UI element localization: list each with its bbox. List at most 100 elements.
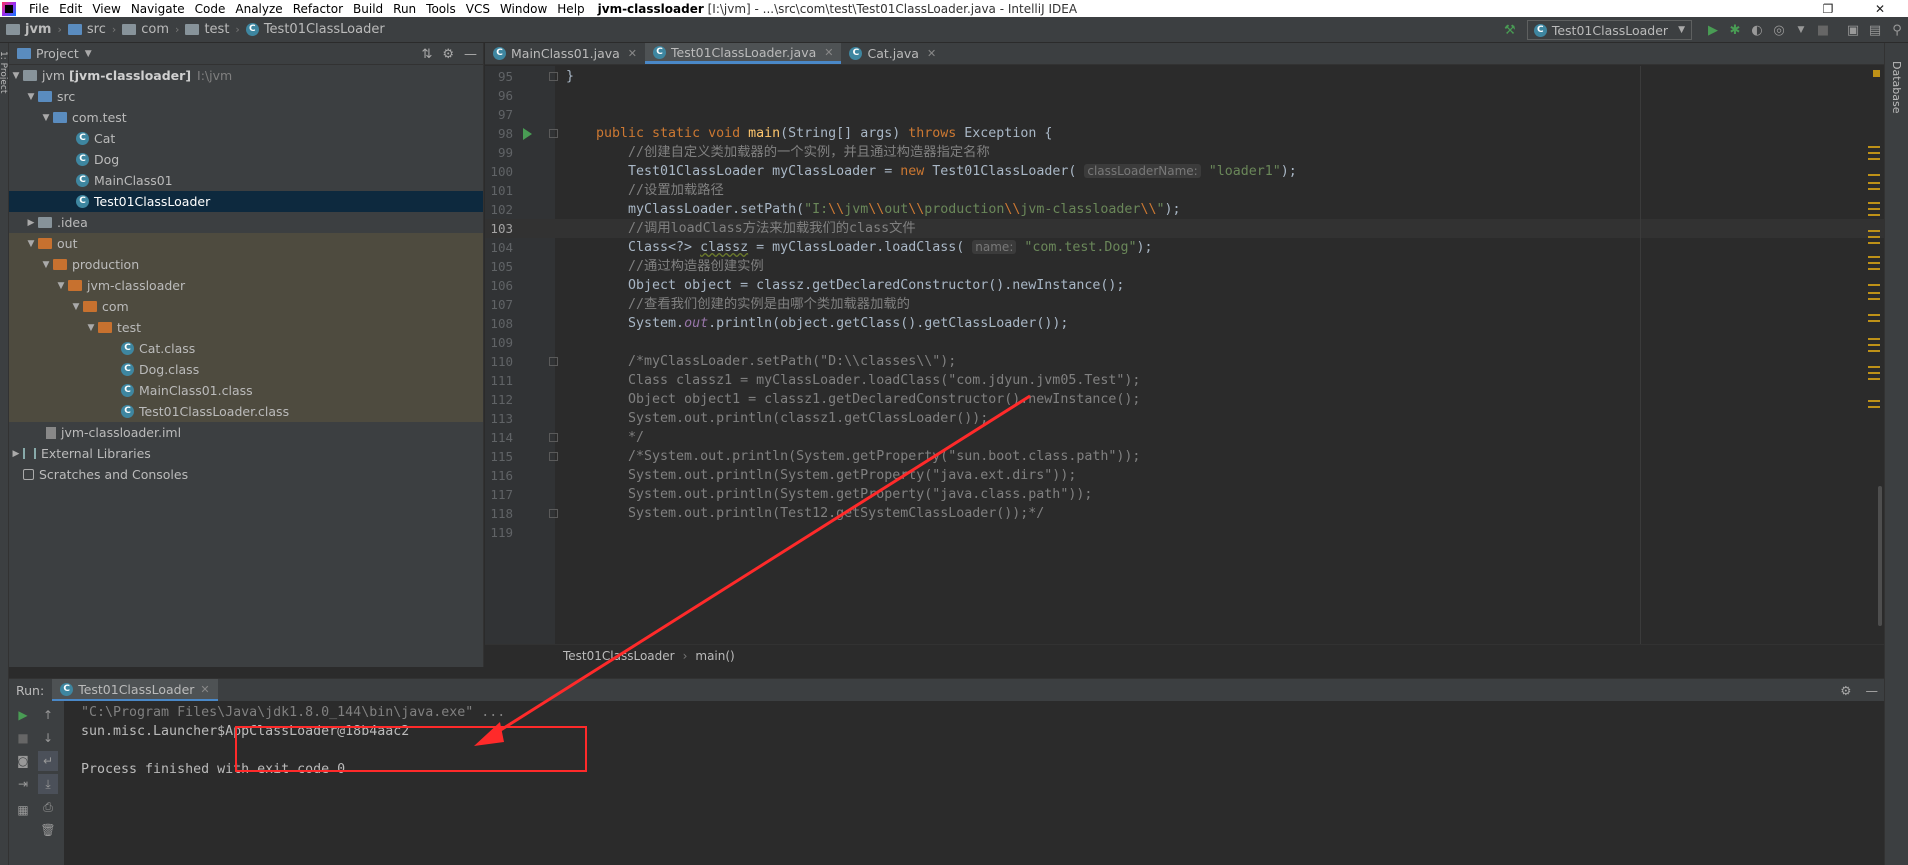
layout-icon[interactable]: ▦ [13, 800, 33, 820]
tree-item[interactable]: ▼ test [9, 317, 483, 338]
breadcrumb-method[interactable]: main() [695, 649, 734, 663]
breadcrumb-item[interactable]: C Test01ClassLoader [240, 22, 385, 37]
breadcrumb-item[interactable]: com › [116, 22, 179, 37]
breadcrumb-item[interactable]: jvm › [0, 22, 62, 37]
collapse-all-icon[interactable]: ⇅ [421, 47, 432, 62]
chevron-right-icon[interactable]: ▶ [24, 218, 38, 228]
menu-item-tools[interactable]: Tools [421, 2, 461, 16]
chevron-down-icon[interactable]: ▼ [39, 260, 53, 270]
chevron-down-icon[interactable]: ▼ [54, 281, 68, 291]
tree-item[interactable]: ▼ jvm-classloader [9, 275, 483, 296]
rerun-icon[interactable]: ▶ [13, 705, 33, 725]
breadcrumb-class[interactable]: Test01ClassLoader [563, 649, 675, 663]
scroll-to-end-icon[interactable]: ⤓ [38, 774, 58, 794]
menu-item-edit[interactable]: Edit [54, 2, 87, 16]
warning-indicator-icon[interactable] [1873, 70, 1880, 77]
menu-item-window[interactable]: Window [495, 2, 552, 16]
menu-item-file[interactable]: File [24, 2, 54, 16]
tree-item[interactable]: ▼ com [9, 296, 483, 317]
fold-marker-icon[interactable] [549, 129, 558, 138]
tree-item[interactable]: C Dog.class [9, 359, 483, 380]
chevron-right-icon[interactable]: ▶ [9, 449, 23, 459]
menu-item-navigate[interactable]: Navigate [126, 2, 190, 16]
exit-icon[interactable]: ⇥ [13, 774, 33, 794]
chevron-down-icon[interactable]: ▼ [84, 323, 98, 333]
tree-item[interactable]: ▼ production [9, 254, 483, 275]
editor-tab[interactable]: C MainClass01.java ✕ [485, 43, 645, 64]
tree-item[interactable]: ▶ External Libraries [9, 443, 483, 464]
tree-item[interactable]: C Test01ClassLoader [9, 191, 483, 212]
run-gutter-icon[interactable] [523, 128, 532, 140]
menu-item-view[interactable]: View [87, 2, 125, 16]
console-output[interactable]: "C:\Program Files\Java\jdk1.8.0_144\bin\… [65, 701, 1884, 865]
scroll-up-icon[interactable]: ↑ [38, 705, 58, 725]
run-tab[interactable]: C Test01ClassLoader ✕ [52, 679, 218, 701]
editor-scrollbar-thumb[interactable] [1878, 486, 1882, 626]
chevron-down-icon[interactable]: ▼ [39, 113, 53, 123]
menu-item-refactor[interactable]: Refactor [288, 2, 348, 16]
tree-item[interactable]: C Cat.class [9, 338, 483, 359]
menu-item-code[interactable]: Code [190, 2, 231, 16]
run-configuration-selector[interactable]: C Test01ClassLoader ▼ [1526, 20, 1692, 40]
chevron-down-icon[interactable]: ▼ [9, 71, 23, 81]
tree-item[interactable]: ▼ com.test [9, 107, 483, 128]
breadcrumb-item[interactable]: test › [179, 22, 240, 37]
camera-icon[interactable]: ◙ [13, 751, 33, 771]
close-icon[interactable]: ✕ [200, 683, 209, 696]
editor-tab[interactable]: C Test01ClassLoader.java ✕ [645, 43, 842, 64]
tree-item[interactable]: ▼ src [9, 86, 483, 107]
chevron-down-icon[interactable]: ▼ [24, 239, 38, 249]
tree-item[interactable]: C MainClass01 [9, 170, 483, 191]
tree-item[interactable]: C Test01ClassLoader.class [9, 401, 483, 422]
tree-item[interactable]: jvm-classloader.iml [9, 422, 483, 443]
project-panel-title[interactable]: Project [36, 46, 79, 61]
chevron-down-icon[interactable]: ▼ [85, 49, 92, 59]
code-area[interactable]: 95} 96 97 98 public static void main(String[… [485, 66, 1884, 644]
close-icon[interactable]: ✕ [628, 47, 637, 60]
fold-marker-icon[interactable] [549, 509, 558, 518]
fold-marker-icon[interactable] [549, 357, 558, 366]
close-icon[interactable]: ✕ [824, 46, 833, 59]
menu-item-analyze[interactable]: Analyze [230, 2, 287, 16]
run-dropdown-icon[interactable]: ▼ [1790, 19, 1812, 41]
fold-marker-icon[interactable] [549, 452, 558, 461]
editor-tab[interactable]: C Cat.java ✕ [841, 43, 944, 64]
project-structure-icon[interactable]: ▣ [1842, 19, 1864, 41]
coverage-icon[interactable]: ◐ [1746, 19, 1768, 41]
tree-item[interactable]: C Dog [9, 149, 483, 170]
database-tool-button[interactable]: Database [1890, 61, 1903, 114]
error-stripe[interactable] [1864, 66, 1884, 644]
profile-icon[interactable]: ◎ [1768, 19, 1790, 41]
fold-marker-icon[interactable] [549, 433, 558, 442]
search-everywhere-icon[interactable]: ⚲ [1886, 19, 1908, 41]
breadcrumb-item[interactable]: src › [62, 22, 116, 37]
fold-marker-icon[interactable] [549, 72, 558, 81]
print-icon[interactable]: ⎙ [38, 797, 58, 817]
tree-item[interactable]: ▼ jvm [jvm-classloader] I:\jvm [9, 65, 483, 86]
tree-item[interactable]: C Cat [9, 128, 483, 149]
sdk-icon[interactable]: ▤ [1864, 19, 1886, 41]
scroll-down-icon[interactable]: ↓ [38, 728, 58, 748]
tree-item[interactable]: ▶ .idea [9, 212, 483, 233]
project-tool-button[interactable]: 1: Project [0, 51, 8, 93]
trash-icon[interactable]: 🗑 [38, 820, 58, 840]
stop-icon[interactable]: ■ [1812, 19, 1834, 41]
build-hammer-icon[interactable]: ⚒ [1499, 19, 1521, 41]
tree-item[interactable]: ▼ out [9, 233, 483, 254]
hide-panel-icon[interactable]: — [464, 47, 477, 62]
hide-panel-icon[interactable]: — [1866, 683, 1879, 698]
soft-wrap-icon[interactable]: ↵ [38, 751, 58, 771]
tree-item[interactable]: Scratches and Consoles [9, 464, 483, 485]
tree-item[interactable]: C MainClass01.class [9, 380, 483, 401]
debug-icon[interactable]: ✱ [1724, 19, 1746, 41]
stop-icon[interactable]: ■ [13, 728, 33, 748]
menu-item-build[interactable]: Build [348, 2, 388, 16]
restore-window-icon[interactable]: ❐ [1808, 0, 1848, 17]
gear-icon[interactable]: ⚙ [1840, 683, 1851, 698]
close-window-icon[interactable]: ✕ [1860, 0, 1900, 17]
chevron-down-icon[interactable]: ▼ [24, 92, 38, 102]
menu-item-run[interactable]: Run [388, 2, 421, 16]
close-icon[interactable]: ✕ [927, 47, 936, 60]
chevron-down-icon[interactable]: ▼ [69, 302, 83, 312]
run-icon[interactable]: ▶ [1702, 19, 1724, 41]
